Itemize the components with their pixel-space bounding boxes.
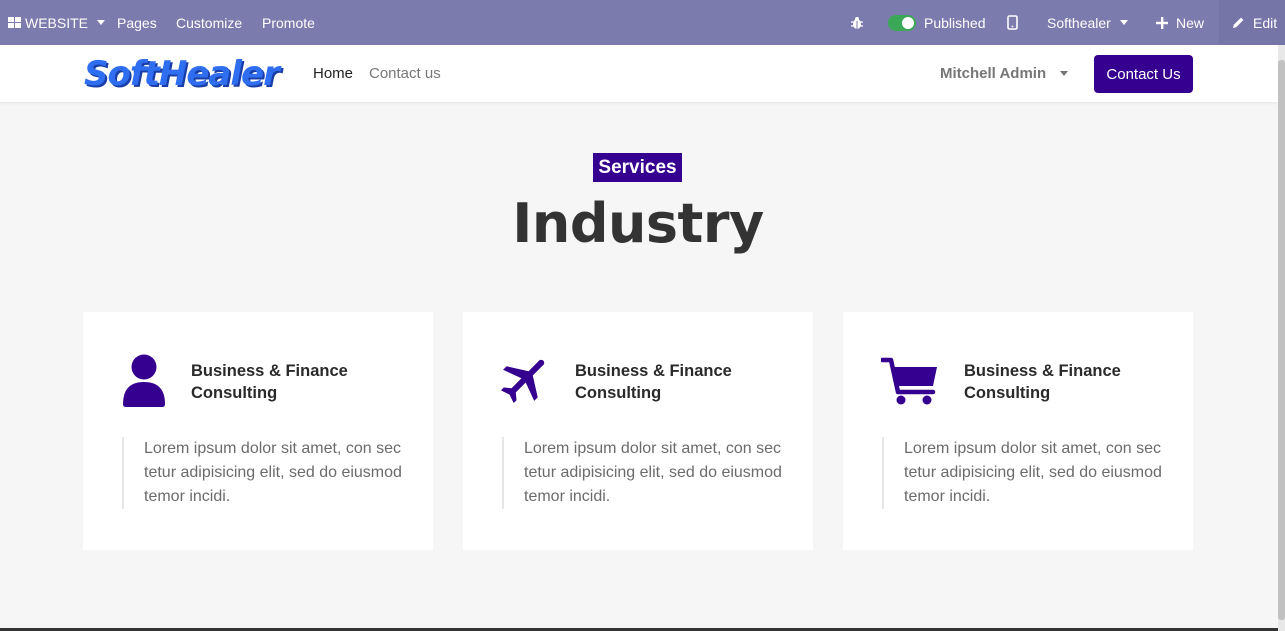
- card-title: Business & Finance Consulting: [191, 360, 381, 404]
- nav-contact-us[interactable]: Contact us: [369, 45, 441, 102]
- new-button[interactable]: New: [1156, 0, 1204, 45]
- apps-grid-icon: [8, 16, 21, 28]
- company-menu[interactable]: Softhealer: [1047, 0, 1128, 45]
- service-card: Business & Finance Consulting Lorem ipsu…: [463, 312, 813, 550]
- bug-icon: [851, 16, 863, 29]
- card-title-line: Consulting: [575, 384, 662, 402]
- user-icon: [123, 354, 165, 407]
- debug-button[interactable]: [850, 0, 864, 45]
- card-title-line: Consulting: [964, 384, 1051, 402]
- nav-home[interactable]: Home: [313, 45, 353, 102]
- customize-menu[interactable]: Customize: [176, 0, 242, 45]
- section-title: Industry: [512, 192, 764, 255]
- card-title-line: Business & Finance: [575, 362, 732, 380]
- mobile-phone-icon: [1007, 15, 1018, 30]
- scrollbar-thumb[interactable]: [1278, 60, 1285, 620]
- site-header: SoftHealer Home Contact us Mitchell Admi…: [0, 45, 1278, 102]
- airplane-icon: [501, 359, 545, 404]
- card-title-line: Consulting: [191, 384, 278, 402]
- pencil-icon: [1233, 17, 1244, 28]
- pages-label: Pages: [117, 14, 157, 31]
- published-label: Published: [924, 14, 986, 31]
- card-title-line: Business & Finance: [964, 362, 1121, 380]
- website-menu-label: WEBSITE: [25, 14, 89, 31]
- shopping-cart-icon: [881, 357, 937, 405]
- card-title: Business & Finance Consulting: [575, 360, 765, 404]
- card-title: Business & Finance Consulting: [964, 360, 1154, 404]
- card-description: Lorem ipsum dolor sit amet, con sec tetu…: [122, 437, 402, 509]
- contact-us-button[interactable]: Contact Us: [1094, 55, 1193, 93]
- company-logo[interactable]: SoftHealer: [84, 51, 280, 97]
- promote-menu[interactable]: Promote: [262, 0, 315, 45]
- chevron-down-icon: [97, 20, 106, 25]
- website-menu[interactable]: WEBSITE: [8, 0, 106, 45]
- service-card: Business & Finance Consulting Lorem ipsu…: [843, 312, 1193, 550]
- new-label: New: [1176, 14, 1205, 31]
- promote-label: Promote: [262, 14, 315, 31]
- edit-button[interactable]: Edit: [1219, 0, 1285, 45]
- card-description: Lorem ipsum dolor sit amet, con sec tetu…: [882, 437, 1162, 509]
- pages-menu[interactable]: Pages: [117, 0, 157, 45]
- section-badge: Services: [593, 153, 682, 182]
- company-label: Softhealer: [1047, 14, 1111, 31]
- admin-bar: WEBSITE Pages Customize Promote Publishe…: [0, 0, 1285, 45]
- card-description: Lorem ipsum dolor sit amet, con sec tetu…: [502, 437, 782, 509]
- toggle-switch[interactable]: [888, 14, 916, 31]
- page-scrollbar[interactable]: [1278, 45, 1285, 631]
- customize-label: Customize: [176, 14, 243, 31]
- service-card: Business & Finance Consulting Lorem ipsu…: [83, 312, 433, 550]
- plus-icon: [1156, 16, 1168, 29]
- card-title-line: Business & Finance: [191, 362, 348, 380]
- user-menu[interactable]: Mitchell Admin: [940, 45, 1069, 102]
- chevron-down-icon: [1119, 20, 1128, 25]
- edit-label: Edit: [1253, 14, 1278, 31]
- chevron-down-icon: [1060, 71, 1069, 76]
- publish-toggle[interactable]: Published: [888, 0, 986, 45]
- mobile-preview-button[interactable]: [1007, 0, 1018, 45]
- user-name: Mitchell Admin: [940, 65, 1047, 82]
